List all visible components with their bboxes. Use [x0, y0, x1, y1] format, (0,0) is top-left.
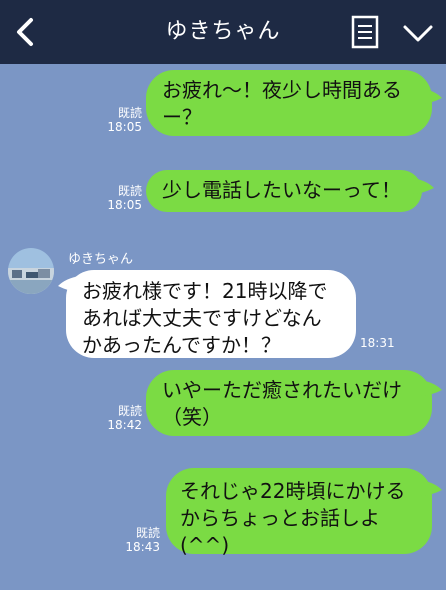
read-receipt: 既読	[117, 184, 142, 198]
sent-message[interactable]: お疲れ〜！夜少し時間あるー？	[146, 70, 432, 136]
menu-button[interactable]	[398, 18, 438, 48]
note-icon	[351, 15, 379, 49]
bubble-tail	[420, 480, 442, 496]
note-button[interactable]	[350, 14, 382, 50]
message-text: お疲れ〜！夜少し時間あるー？	[162, 78, 402, 129]
message-time: 18:05	[107, 198, 142, 212]
message-text: それじゃ22時頃にかけるからちょっとお話しよ(^^)	[180, 479, 406, 557]
chat-header: ゆきちゃん	[0, 0, 446, 64]
sender-name: ゆきちゃん	[68, 252, 134, 267]
chevron-down-icon	[403, 25, 433, 42]
read-receipt: 既読	[117, 106, 142, 120]
message-text: いやーただ癒されたいだけ（笑）	[162, 378, 402, 429]
bubble-tail	[420, 380, 442, 396]
message-meta: 既読 18:43	[118, 526, 160, 554]
message-text: お疲れ様です！21時以降であれば大丈夫ですけどなんかあったんですか！？	[82, 279, 328, 357]
sent-message[interactable]: 少し電話したいなーって！	[146, 170, 422, 212]
avatar[interactable]	[8, 248, 54, 294]
message-time: 18:05	[107, 120, 142, 134]
message-text: 少し電話したいなーって！	[162, 178, 401, 202]
message-time: 18:31	[360, 336, 395, 350]
message-meta: 既読 18:05	[100, 184, 142, 212]
sent-message[interactable]: それじゃ22時頃にかけるからちょっとお話しよ(^^)	[166, 468, 432, 557]
read-receipt: 既読	[135, 526, 160, 540]
message-meta: 既読 18:42	[100, 404, 142, 432]
message-time: 18:43	[125, 540, 160, 554]
message-time: 18:42	[107, 418, 142, 432]
received-message[interactable]: お疲れ様です！21時以降であれば大丈夫ですけどなんかあったんですか！？	[66, 270, 356, 358]
message-meta: 既読 18:05	[100, 106, 142, 134]
sent-message[interactable]: いやーただ癒されたいだけ（笑）	[146, 370, 432, 436]
bubble-tail	[420, 88, 442, 104]
read-receipt: 既読	[117, 404, 142, 418]
bubble-tail	[412, 178, 434, 194]
